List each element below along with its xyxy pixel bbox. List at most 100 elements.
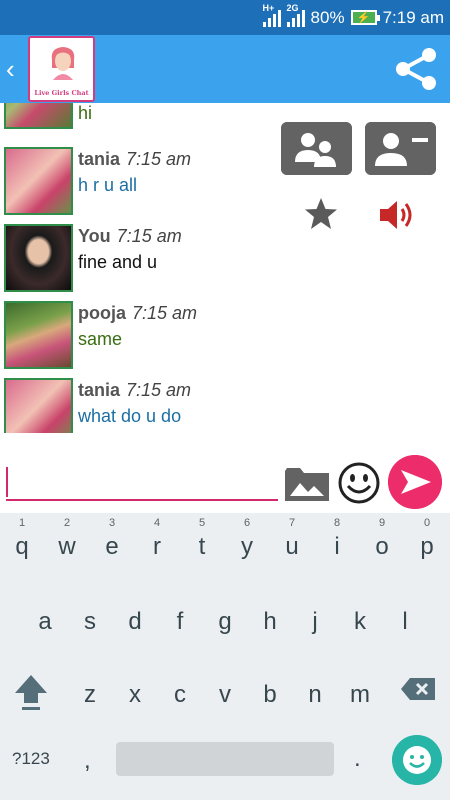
key-f[interactable]: f [158,590,202,650]
avatar[interactable] [4,224,73,292]
key-g[interactable]: g [203,590,247,650]
key-label: i [334,533,340,560]
avatar[interactable] [4,301,73,369]
key-hint: 5 [198,517,206,529]
space-bar[interactable] [116,742,334,776]
sender-name: tania 7:15 am [78,380,192,400]
key-label: o [375,533,389,560]
share-icon[interactable] [392,45,440,93]
key-z[interactable]: z [68,663,112,723]
key-d[interactable]: d [113,590,157,650]
speaker-icon[interactable] [378,198,416,232]
key-s[interactable]: s [68,590,112,650]
avatar[interactable] [4,103,73,129]
image-folder-icon[interactable] [284,465,330,503]
star-icon[interactable] [303,196,339,232]
key-c[interactable]: c [158,663,202,723]
girl-face-icon [51,47,75,80]
key-y[interactable]: 6y [225,515,269,575]
key-hint: 1 [18,517,26,529]
sender-name: pooja 7:15 am [78,303,198,323]
comma-key[interactable]: , [84,747,91,775]
key-a[interactable]: a [23,590,67,650]
key-hint: 4 [153,517,161,529]
remove-contact-button[interactable] [365,122,436,175]
key-v[interactable]: v [203,663,247,723]
key-label: f [176,608,184,635]
key-hint: 7 [288,517,296,529]
chat-message: tania 7:15 am h r u all [4,147,284,217]
key-x[interactable]: x [113,663,157,723]
avatar[interactable] [4,378,73,433]
emoji-key-icon[interactable] [392,735,442,785]
key-r[interactable]: 4r [135,515,179,575]
key-o[interactable]: 9o [360,515,404,575]
key-label: a [38,608,52,635]
key-hint: 6 [243,517,251,529]
key-u[interactable]: 7u [270,515,314,575]
message-text: same [78,329,123,349]
key-label: g [218,608,232,635]
key-hint: 0 [423,517,431,529]
chat-message: tania 7:15 am what do u do [4,378,284,433]
message-text: h r u all [78,175,138,195]
backspace-icon[interactable] [400,677,436,701]
key-label: b [263,681,277,708]
group-users-button[interactable] [281,122,352,175]
period-key[interactable]: . [354,745,361,773]
emoji-icon[interactable] [337,461,381,505]
key-n[interactable]: n [293,663,337,723]
app-bar: ‹ Live Girls Chat [0,35,450,103]
key-label: r [153,533,161,560]
key-label: e [105,533,119,560]
key-label: d [128,608,142,635]
key-label: x [129,681,141,708]
key-m[interactable]: m [338,663,382,723]
key-label: h [263,608,277,635]
key-e[interactable]: 3e [90,515,134,575]
key-q[interactable]: 1q [0,515,44,575]
key-j[interactable]: j [293,590,337,650]
message-input[interactable] [6,461,278,501]
chat-message: pooja 7:15 am same [4,301,284,371]
key-hint: 9 [378,517,386,529]
key-label: v [219,681,231,708]
key-label: z [84,681,96,708]
key-label: l [402,608,408,635]
key-h[interactable]: h [248,590,292,650]
symbols-key[interactable]: ?123 [12,749,50,769]
key-label: p [420,533,434,560]
key-label: n [308,681,322,708]
key-l[interactable]: l [383,590,427,650]
key-hint: 8 [333,517,341,529]
battery-icon: ⚡ [350,10,380,25]
keyboard: 1q2w3e4r5t6y7u8i9o0p asdfghjkl zxcvbnm ?… [0,513,450,800]
app-logo[interactable]: Live Girls Chat [28,36,95,102]
key-w[interactable]: 2w [45,515,89,575]
key-b[interactable]: b [248,663,292,723]
sender-name: tania 7:15 am [78,149,192,169]
key-label: t [198,533,206,560]
key-label: s [84,608,96,635]
composer [0,433,450,513]
text-cursor [6,467,8,497]
avatar[interactable] [4,147,73,215]
key-t[interactable]: 5t [180,515,224,575]
battery-percent: 80% [310,7,345,27]
key-label: k [354,608,366,635]
key-label: j [312,608,318,635]
key-label: u [285,533,299,560]
sender-name: You 7:15 am [78,226,182,246]
back-arrow-icon[interactable]: ‹ [6,55,26,83]
message-text: what do u do [78,406,182,426]
key-p[interactable]: 0p [405,515,449,575]
signal-icon-1: H+ [262,3,281,27]
message-text: hi [78,103,93,123]
send-icon[interactable] [388,455,442,509]
key-label: c [174,681,186,708]
key-label: m [350,681,370,708]
key-k[interactable]: k [338,590,382,650]
shift-icon[interactable] [14,671,48,713]
key-i[interactable]: 8i [315,515,359,575]
chat-message: hi [4,103,284,131]
